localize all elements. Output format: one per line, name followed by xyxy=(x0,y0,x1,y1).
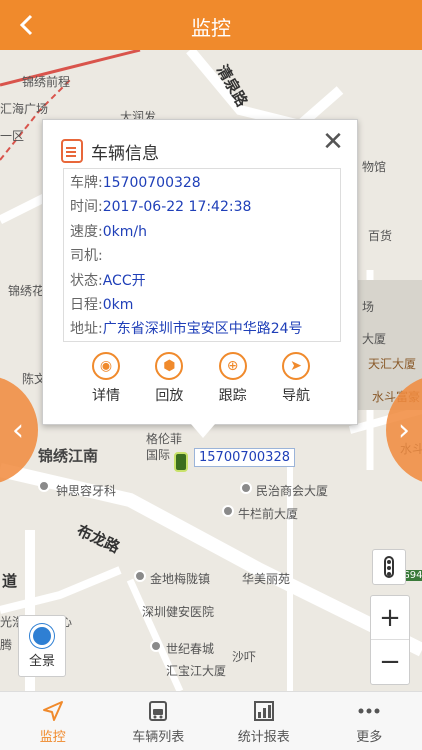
info-value: 2017-06-22 17:42:38 xyxy=(102,199,252,216)
chart-icon xyxy=(211,698,317,724)
info-label: 时间: xyxy=(70,199,103,216)
map-label: 场 xyxy=(362,300,375,314)
map-label: 道 xyxy=(2,572,18,590)
traffic-light-icon xyxy=(384,556,394,578)
car-list-icon xyxy=(106,698,212,724)
tab-label: 车辆列表 xyxy=(132,730,185,745)
map-label: 腾 xyxy=(0,638,13,652)
map-label: 锦绣江南 xyxy=(38,447,99,465)
tab-label: 更多 xyxy=(356,730,383,745)
zoom-in-button[interactable]: + xyxy=(371,596,409,640)
info-row-plate: 车牌:15700700328 xyxy=(70,171,334,195)
map-label: 沙吓 xyxy=(232,650,257,664)
poi-marker xyxy=(150,640,162,652)
info-row-mileage: 日程:0km xyxy=(70,293,334,317)
info-label: 速度: xyxy=(70,223,103,240)
info-value: 15700700328 xyxy=(102,175,201,191)
map-label: 金地梅陇镇 xyxy=(150,572,211,586)
poi-marker xyxy=(222,505,234,517)
info-label: 地址: xyxy=(70,321,103,338)
tab-statistics[interactable]: 统计报表 xyxy=(211,692,317,750)
info-row-time: 时间:2017-06-22 17:42:38 xyxy=(70,195,334,219)
info-value: ACC开 xyxy=(102,272,146,289)
tab-monitor[interactable]: 监控 xyxy=(0,692,106,750)
playback-icon: ⬢ xyxy=(155,352,184,380)
zoom-out-button[interactable]: − xyxy=(371,640,409,684)
info-row-driver: 司机: xyxy=(70,244,334,268)
fullview-label: 全景 xyxy=(28,654,55,669)
poi-marker xyxy=(240,482,252,494)
tab-vehicle-list[interactable]: 车辆列表 xyxy=(106,692,212,750)
popup-actions: ◉ 详情 ⬢ 回放 ⊕ 跟踪 ➤ 导航 xyxy=(81,352,321,405)
map-label: 世纪春城 xyxy=(166,642,215,656)
map-label: 汇宝江大厦 xyxy=(166,664,227,678)
navigate-button[interactable]: ➤ 导航 xyxy=(271,352,321,405)
tab-label: 统计报表 xyxy=(237,730,290,745)
info-label: 状态: xyxy=(70,272,103,289)
page-title: 监控 xyxy=(191,16,231,40)
location-arrow-icon xyxy=(0,698,106,724)
info-label: 车牌: xyxy=(70,175,103,191)
popup-header: 车辆信息 xyxy=(61,138,159,164)
details-icon: ◉ xyxy=(92,352,120,380)
map-label: 锦绣前程 xyxy=(22,75,71,89)
info-value: 0km xyxy=(102,296,134,313)
track-label: 跟踪 xyxy=(218,388,247,404)
playback-button[interactable]: ⬢ 回放 xyxy=(144,352,194,405)
car-plate-tag[interactable]: 15700700328 xyxy=(194,448,295,467)
vehicle-info-table: 车牌:15700700328 时间:2017-06-22 17:42:38 速度… xyxy=(63,168,341,342)
info-row-speed: 速度:0km/h xyxy=(70,220,334,244)
fullview-button[interactable]: 全景 xyxy=(18,615,66,677)
popup-pointer xyxy=(191,424,215,438)
details-button[interactable]: ◉ 详情 xyxy=(81,352,131,405)
vehicle-info-popup: 车辆信息 ✕ 车牌:15700700328 时间:2017-06-22 17:4… xyxy=(42,119,358,438)
map-label: 深圳健安医院 xyxy=(142,605,215,619)
top-bar: 监控 xyxy=(0,0,422,50)
map-label: 牛栏前大厦 xyxy=(238,507,299,521)
traffic-toggle-button[interactable] xyxy=(372,549,406,585)
poi-marker xyxy=(38,480,50,492)
chevron-right-icon: › xyxy=(398,412,410,448)
navigate-label: 导航 xyxy=(281,388,310,404)
map-label: 民治商会大厦 xyxy=(256,484,329,498)
more-icon xyxy=(317,698,422,724)
popup-title: 车辆信息 xyxy=(91,143,159,164)
info-label: 司机: xyxy=(70,248,103,265)
zoom-control: + − xyxy=(370,595,410,685)
track-button[interactable]: ⊕ 跟踪 xyxy=(208,352,258,405)
tab-label: 监控 xyxy=(39,730,66,745)
map-label: 锦绣花 xyxy=(8,284,45,298)
info-label: 日程: xyxy=(70,296,103,313)
navigate-icon: ➤ xyxy=(281,352,310,380)
map-label: 汇海广场 xyxy=(0,102,49,116)
map-label: 物馆 xyxy=(362,160,387,174)
map-label: 一区 xyxy=(0,129,25,143)
map-label: 大厦 xyxy=(362,332,387,346)
close-icon[interactable]: ✕ xyxy=(319,128,347,156)
map-label: 国际 xyxy=(146,448,171,462)
details-label: 详情 xyxy=(92,388,120,404)
info-row-status: 状态:ACC开 xyxy=(70,269,334,293)
map-label: 华美丽苑 xyxy=(242,572,291,586)
poi-marker xyxy=(134,570,146,582)
car-marker-icon[interactable] xyxy=(174,452,188,472)
document-icon xyxy=(61,139,83,163)
map-label: 天汇大厦 xyxy=(368,357,417,371)
info-value: 广东省深圳市宝安区中华路24号 xyxy=(102,321,303,338)
bottom-tab-bar: 监控 车辆列表 统计报表 更多 xyxy=(0,691,422,750)
map-label: 百货 xyxy=(368,229,393,243)
tab-more[interactable]: 更多 xyxy=(317,692,422,750)
track-icon: ⊕ xyxy=(218,352,247,380)
map-label: 钟思容牙科 xyxy=(56,484,117,498)
playback-label: 回放 xyxy=(155,388,184,404)
info-value: 0km/h xyxy=(102,223,147,240)
info-row-address: 地址:广东省深圳市宝安区中华路24号 xyxy=(70,317,334,341)
location-pin-icon xyxy=(30,624,54,648)
map-label: 格伦菲 xyxy=(146,432,183,446)
chevron-left-icon: ‹ xyxy=(12,412,24,448)
